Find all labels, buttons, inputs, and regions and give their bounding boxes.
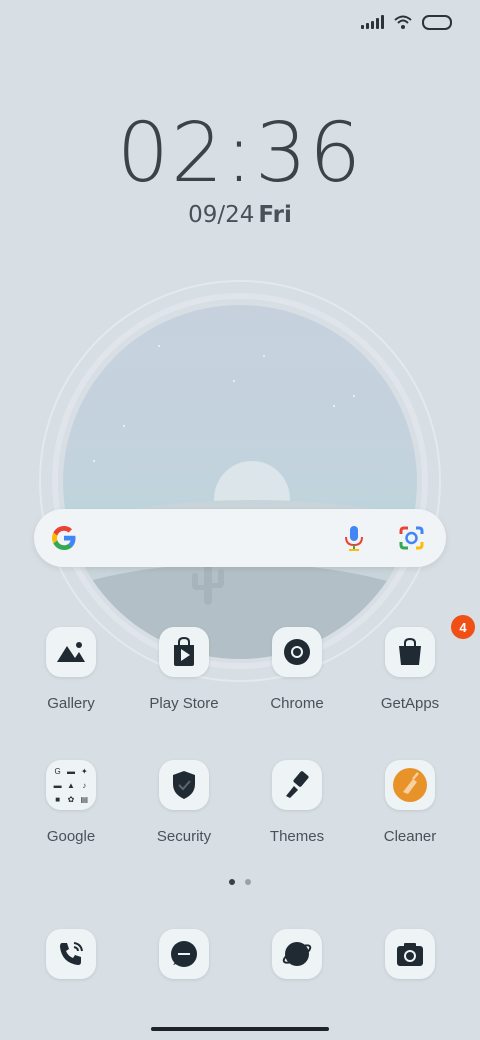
messages-icon <box>159 929 209 979</box>
dock-phone[interactable] <box>21 929 121 979</box>
page-dot-active <box>229 879 235 885</box>
themes-icon <box>272 760 322 810</box>
google-g-icon <box>52 526 76 550</box>
camera-icon <box>385 929 435 979</box>
app-label: Chrome <box>270 695 324 712</box>
app-label: Google <box>46 828 96 845</box>
dock-messages[interactable] <box>134 929 234 979</box>
date-text: 09/24 <box>188 202 255 228</box>
app-label: Themes <box>269 828 325 845</box>
wallpaper-globe <box>63 305 417 659</box>
app-security[interactable]: Security <box>134 760 234 845</box>
battery-icon <box>422 14 452 30</box>
phone-icon <box>46 929 96 979</box>
mic-icon[interactable] <box>342 524 366 552</box>
app-label: Cleaner <box>383 828 437 845</box>
app-play-store[interactable]: Play Store <box>134 627 234 712</box>
app-label: GetApps <box>380 695 440 712</box>
app-cleaner[interactable]: Cleaner <box>360 760 460 845</box>
home-indicator[interactable] <box>151 1027 329 1031</box>
page-indicator[interactable] <box>0 879 480 885</box>
app-google-folder[interactable]: G ▬ ✦ ▬ ▲ ♪ ■ ✿ ▤ Google <box>21 760 121 845</box>
google-search-bar[interactable] <box>34 509 446 567</box>
app-gallery[interactable]: Gallery <box>21 627 121 712</box>
browser-icon <box>272 929 322 979</box>
app-label: Play Store <box>149 695 219 712</box>
dock-camera[interactable] <box>360 929 460 979</box>
day-text: Fri <box>258 202 292 228</box>
signal-icon <box>361 15 384 29</box>
notification-badge: 4 <box>451 615 475 639</box>
google-lens-icon[interactable] <box>398 524 426 552</box>
gallery-icon <box>46 627 96 677</box>
getapps-icon: 4 <box>385 615 475 677</box>
app-label: Security <box>156 828 212 845</box>
dock-browser[interactable] <box>247 929 347 979</box>
cleaner-icon <box>385 760 435 810</box>
clock-date[interactable]: 09/24 Fri <box>0 202 480 228</box>
chrome-icon <box>272 627 322 677</box>
status-bar <box>361 10 452 34</box>
app-themes[interactable]: Themes <box>247 760 347 845</box>
google-folder-icon: G ▬ ✦ ▬ ▲ ♪ ■ ✿ ▤ <box>46 760 96 810</box>
page-dot <box>245 879 251 885</box>
security-icon <box>159 760 209 810</box>
app-getapps[interactable]: 4 GetApps <box>360 615 475 712</box>
play-store-icon <box>159 627 209 677</box>
clock-time[interactable]: 02:36 <box>0 106 480 201</box>
app-chrome[interactable]: Chrome <box>247 627 347 712</box>
wifi-icon <box>394 15 412 29</box>
app-label: Gallery <box>47 695 95 712</box>
